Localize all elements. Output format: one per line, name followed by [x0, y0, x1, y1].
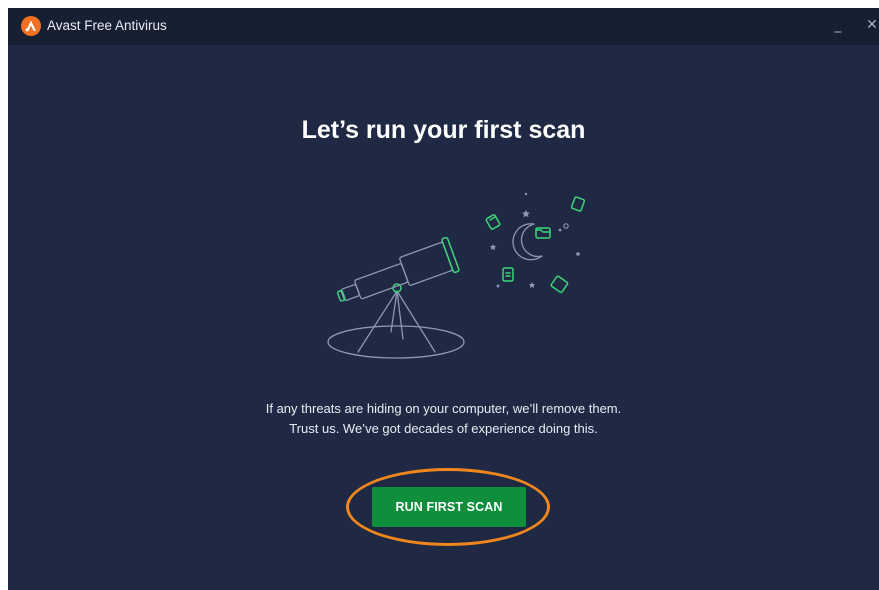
run-first-scan-button[interactable]: RUN FIRST SCAN: [372, 487, 526, 527]
description-line-2: Trust us. We’ve got decades of experienc…: [289, 421, 598, 436]
description-line-1: If any threats are hiding on your comput…: [265, 401, 622, 416]
minimize-button[interactable]: _: [827, 14, 849, 36]
telescope-night-sky-icon: [327, 192, 586, 359]
description: If any threats are hiding on your comput…: [8, 399, 879, 439]
close-button[interactable]: ✕: [861, 14, 879, 36]
avast-logo-icon: [21, 16, 41, 36]
app-title: Avast Free Antivirus: [47, 18, 167, 33]
page-title: Let’s run your first scan: [301, 116, 586, 144]
title-bar[interactable]: Avast Free Antivirus _ ✕: [8, 8, 879, 45]
app-window: Avast Free Antivirus _ ✕ Let’s run your …: [8, 8, 879, 590]
